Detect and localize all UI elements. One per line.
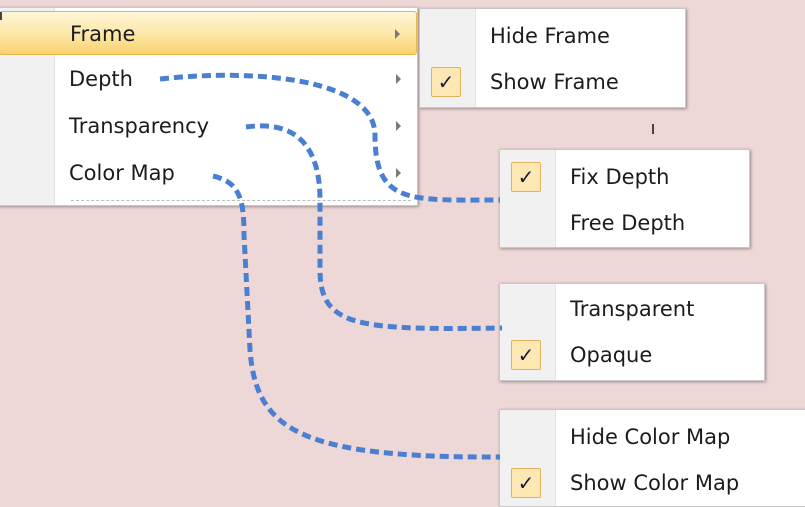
connector-depth [159,72,501,203]
connector-lines [159,72,503,460]
connector-color-map [212,173,501,460]
connector-transparency [245,123,503,331]
